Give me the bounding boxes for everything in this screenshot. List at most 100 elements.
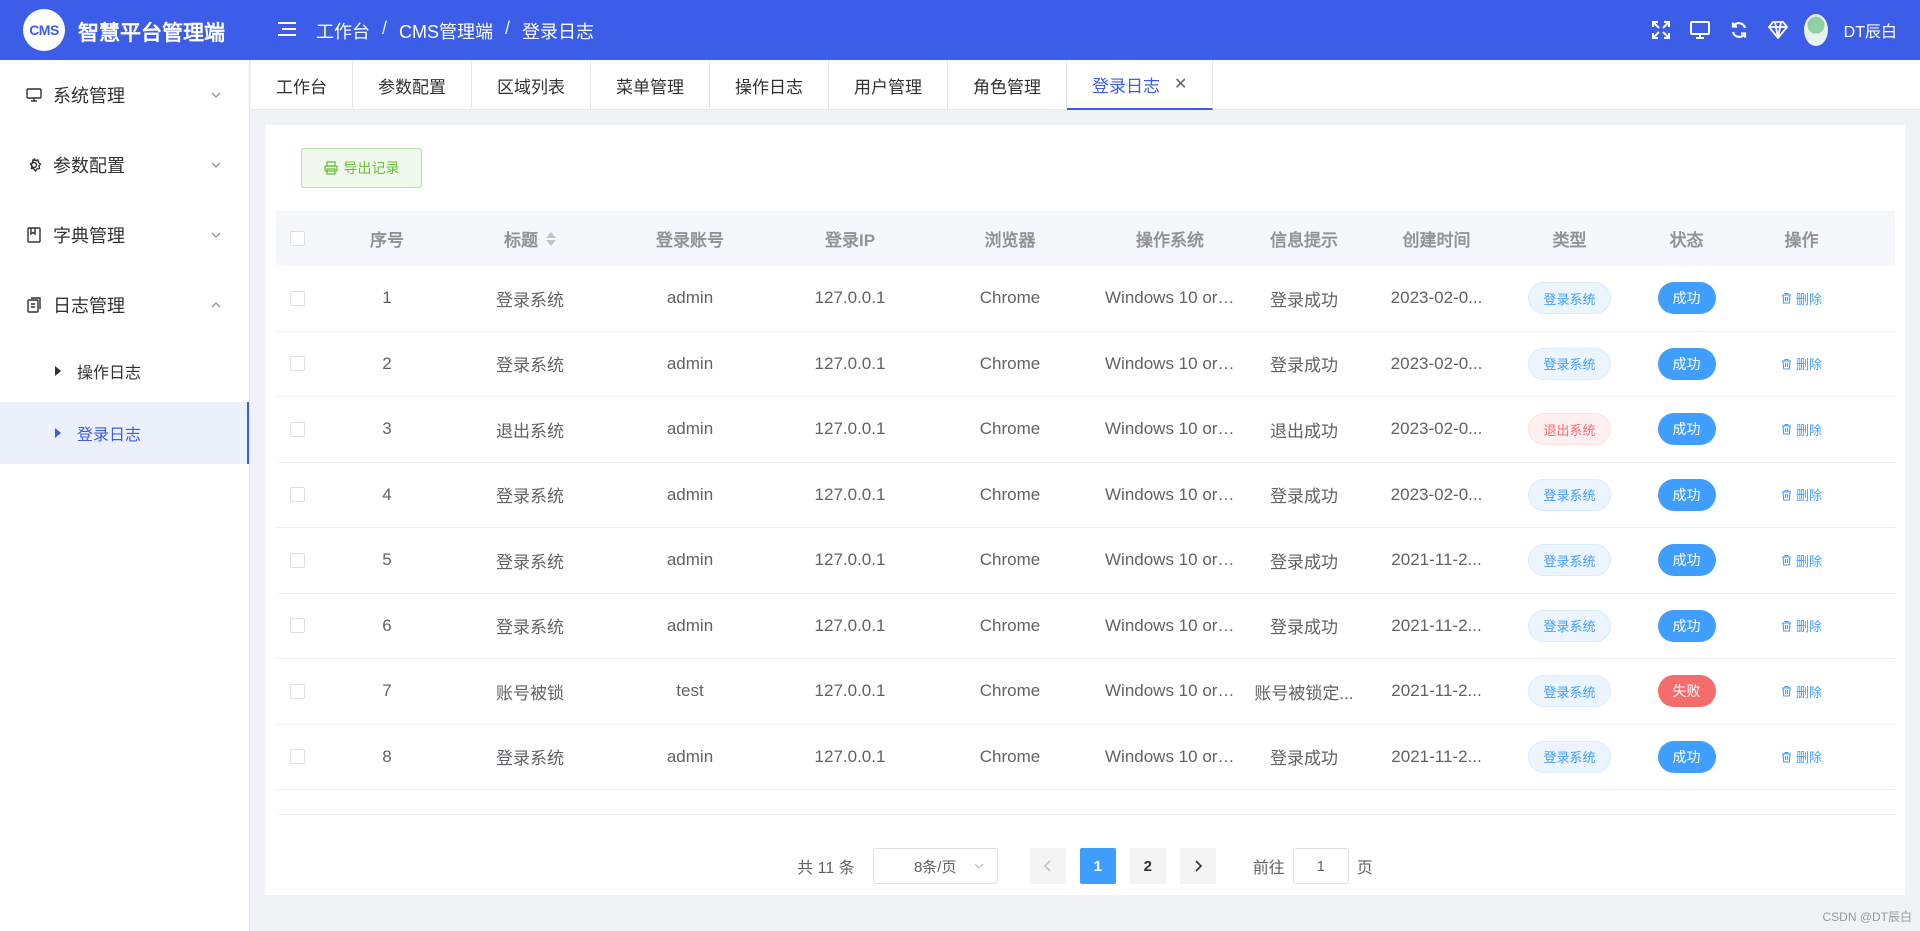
cell-text: 登录成功 [1270,290,1338,310]
cell-type: 登录系统 [1510,659,1629,724]
row-select[interactable] [276,659,319,724]
tab-operation-log[interactable]: 操作日志 [710,60,829,110]
tab-users[interactable]: 用户管理 [829,60,948,110]
sort-icon[interactable] [546,231,556,246]
status-badge[interactable]: 成功 [1657,347,1716,380]
sidebar-item-system[interactable]: 系统管理 [0,60,249,130]
checkbox[interactable] [290,356,305,372]
delete-button[interactable]: 删除 [1781,420,1822,439]
goto-page: 前往 1 页 [1253,848,1373,884]
tab-label: 操作日志 [735,77,803,97]
row-select[interactable] [276,266,319,331]
page-size-select[interactable]: 8条/页 [872,848,998,884]
cell-index: 7 [319,659,455,724]
close-icon[interactable]: ✕ [1174,74,1187,94]
user-name[interactable]: DT辰白 [1844,18,1897,42]
delete-button[interactable]: 删除 [1781,289,1822,308]
cell-text: Windows 10 or Wi... [1105,419,1235,439]
cell-status: 成功 [1629,528,1744,593]
status-badge[interactable]: 成功 [1657,544,1716,577]
breadcrumb-item[interactable]: 工作台 [316,18,370,44]
row-select[interactable] [276,725,319,790]
table-row: 4 登录系统 admin 127.0.0.1 Chrome Windows 10 or W… [276,463,1895,528]
cell-text: 2023-02-0... [1390,353,1483,373]
cell-text: Windows 10 or Wi... [1105,353,1235,373]
cell-title: 登录系统 [455,332,605,397]
status-badge[interactable]: 失败 [1657,675,1716,708]
cell-text: 登录成功 [1270,618,1338,638]
row-select[interactable] [276,528,319,593]
cell-account: admin [605,725,775,790]
status-badge[interactable]: 成功 [1657,478,1716,511]
monitor-icon[interactable] [1681,0,1720,60]
delete-button[interactable]: 删除 [1781,551,1822,570]
delete-button[interactable]: 删除 [1781,616,1822,635]
delete-button[interactable]: 删除 [1781,485,1822,504]
page-button-2[interactable]: 2 [1129,848,1166,884]
delete-button[interactable]: 删除 [1781,354,1822,373]
sidebar-item-label: 参数配置 [53,156,125,176]
table-row: 6 登录系统 admin 127.0.0.1 Chrome Windows 10 or W… [276,594,1895,659]
checkbox[interactable] [290,552,305,568]
sidebar-item-logs[interactable]: 日志管理 [0,270,249,340]
cell-text: 127.0.0.1 [814,288,886,308]
row-select[interactable] [276,594,319,659]
trash-icon [1781,620,1791,632]
tab-roles[interactable]: 角色管理 [948,60,1067,110]
type-tag: 登录系统 [1528,544,1611,577]
table-header: 序号 标题 登录账号 登录IP 浏览器 操作系统 信息提示 创建时间 类型 状态… [276,211,1895,266]
checkbox[interactable] [290,749,305,765]
row-select[interactable] [276,332,319,397]
cell-text: 127.0.0.1 [814,681,886,701]
sidebar-subitem-login-log[interactable]: 登录日志 [0,402,249,464]
table-row: 5 登录系统 admin 127.0.0.1 Chrome Windows 10 or W… [276,528,1895,594]
sidebar-item-params[interactable]: 参数配置 [0,130,249,200]
delete-button[interactable]: 删除 [1781,747,1822,766]
chevron-down-icon [211,232,221,238]
cell-status: 成功 [1629,266,1744,331]
diamond-icon[interactable] [1759,0,1798,60]
th-title[interactable]: 标题 [455,211,605,266]
status-badge[interactable]: 成功 [1657,413,1716,446]
tab-workbench[interactable]: 工作台 [251,60,353,110]
cell-account: admin [605,463,775,528]
tab-params[interactable]: 参数配置 [353,60,472,110]
cell-op: 删除 [1744,659,1859,724]
avatar[interactable] [1803,14,1828,46]
breadcrumb-item[interactable]: CMS管理端 [399,18,493,44]
cell-op: 删除 [1744,463,1859,528]
cell-text: 127.0.0.1 [814,353,886,373]
goto-page-input[interactable]: 1 [1292,848,1349,884]
next-page-button[interactable] [1179,848,1216,884]
status-badge[interactable]: 成功 [1657,282,1716,315]
status-badge[interactable]: 成功 [1657,609,1716,642]
cell-info: 账号被锁定... [1245,659,1363,724]
row-select[interactable] [276,463,319,528]
refresh-icon[interactable] [1720,0,1759,60]
checkbox[interactable] [290,290,305,306]
menu-toggle-icon[interactable] [278,19,298,39]
cell-text: 2023-02-0... [1390,484,1483,504]
page-button-1[interactable]: 1 [1079,848,1116,884]
status-badge[interactable]: 成功 [1657,740,1716,773]
prev-page-button[interactable] [1029,848,1066,884]
tab-menus[interactable]: 菜单管理 [591,60,710,110]
checkbox[interactable] [290,421,305,437]
checkbox[interactable] [290,683,305,699]
delete-button[interactable]: 删除 [1781,682,1822,701]
checkbox[interactable] [290,487,305,503]
delete-label: 删除 [1795,422,1822,438]
header-select-all[interactable] [276,211,319,266]
checkbox[interactable] [290,618,305,634]
sidebar-item-dictionary[interactable]: 字典管理 [0,200,249,270]
sidebar-subitem-label: 登录日志 [77,427,142,444]
content-card: 导出记录 序号 标题 登录账号 登录IP 浏览器 操作系统 信息提示 创建时间 … [265,125,1905,895]
checkbox[interactable] [290,231,305,246]
cell-time: 2021-11-2... [1363,594,1510,659]
export-button[interactable]: 导出记录 [301,148,422,188]
tab-login-log[interactable]: 登录日志 ✕ [1067,60,1214,110]
row-select[interactable] [276,397,319,462]
fullscreen-icon[interactable] [1642,0,1681,60]
tab-regions[interactable]: 区域列表 [472,60,591,110]
sidebar-subitem-operation-log[interactable]: 操作日志 [0,340,249,402]
